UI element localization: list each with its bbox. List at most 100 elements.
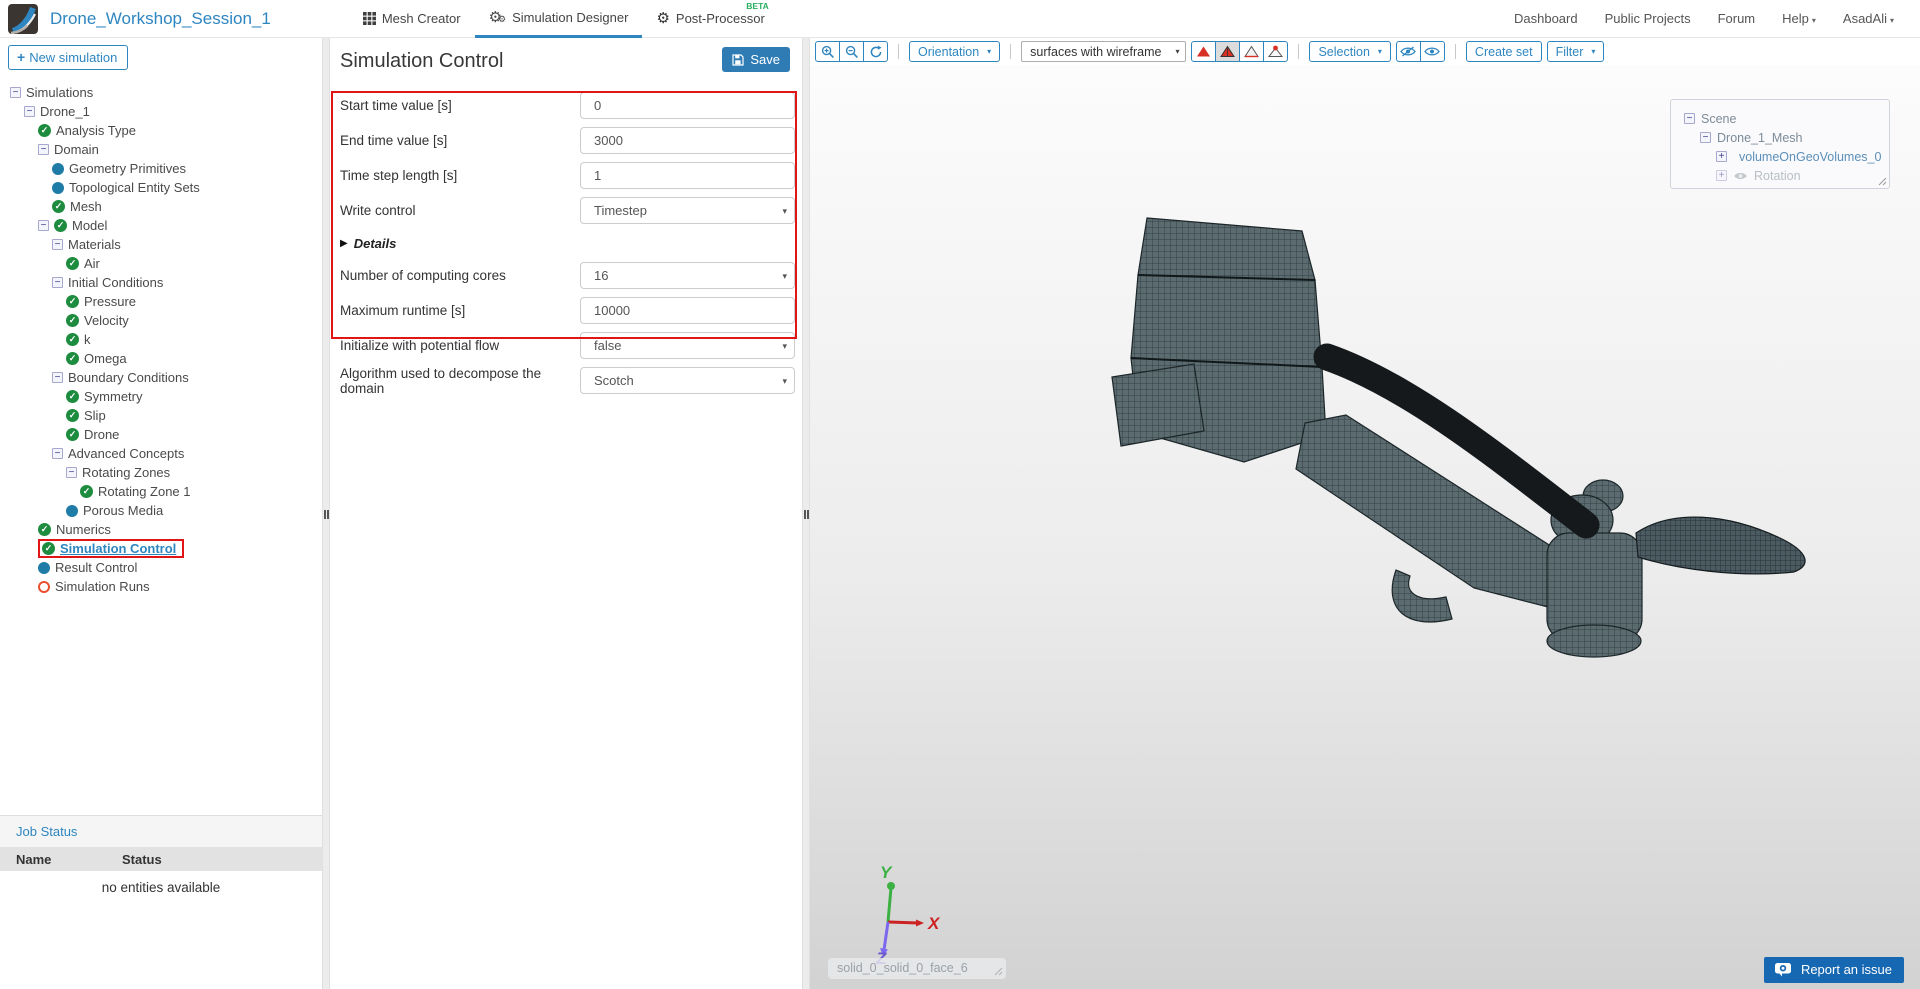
status-complete-icon: ✓ [42, 542, 55, 555]
status-complete-icon: ✓ [52, 200, 65, 213]
render-solid-wireframe-button[interactable] [1215, 41, 1240, 62]
scene-node-volume[interactable]: + volumeOnGeoVolumes_0 [1684, 147, 1881, 166]
hide-selection-button[interactable] [1396, 41, 1421, 62]
tree-item-label: Omega [84, 351, 127, 366]
zoom-out-button[interactable] [839, 41, 864, 62]
report-issue-button[interactable]: Report an issue [1764, 957, 1904, 983]
tab-simulation-designer[interactable]: ⚙⚙ Simulation Designer [475, 0, 643, 38]
collapse-toggle-icon[interactable]: − [1700, 132, 1711, 143]
write-control-select[interactable]: Timestep [580, 197, 795, 224]
resize-handle-icon[interactable] [994, 967, 1003, 976]
nav-link-dashboard[interactable]: Dashboard [1514, 11, 1578, 26]
tree-item-numerics[interactable]: ✓Numerics [0, 520, 322, 539]
eye-off-icon[interactable] [1733, 171, 1748, 181]
chevron-down-icon: ▾ [782, 341, 787, 352]
tree-item-label: Simulations [26, 85, 93, 100]
tree-item-rotating-zones[interactable]: −Rotating Zones [0, 463, 322, 482]
tree-item-label: Analysis Type [56, 123, 136, 138]
tree-item-advanced-concepts[interactable]: −Advanced Concepts [0, 444, 322, 463]
tree-item-porous-media[interactable]: Porous Media [0, 501, 322, 520]
tree-item-model[interactable]: −✓Model [0, 216, 322, 235]
show-selection-button[interactable] [1420, 41, 1445, 62]
create-set-button[interactable]: Create set [1466, 41, 1542, 62]
tree-item-drone[interactable]: ✓Drone [0, 425, 322, 444]
maximum-runtime-s-input[interactable] [580, 297, 795, 324]
tree-item-domain[interactable]: −Domain [0, 140, 322, 159]
render-canvas[interactable]: − Scene − Drone_1_Mesh + volumeOnGeoVolu… [810, 65, 1920, 989]
scene-node-mesh[interactable]: − Drone_1_Mesh [1684, 128, 1881, 147]
plus-icon: + [17, 49, 25, 65]
algorithm-used-to-decompose-the-domain-select[interactable]: Scotch [580, 367, 795, 394]
tree-item-initial-conditions[interactable]: −Initial Conditions [0, 273, 322, 292]
expand-toggle-icon[interactable]: + [1716, 151, 1727, 162]
tab-mesh-creator[interactable]: Mesh Creator [349, 0, 475, 38]
scene-node-label: Drone_1_Mesh [1717, 131, 1802, 145]
tree-item-simulations[interactable]: −Simulations [0, 83, 322, 102]
number-of-computing-cores-select[interactable]: 16 [580, 262, 795, 289]
tree-item-pressure[interactable]: ✓Pressure [0, 292, 322, 311]
filter-dropdown[interactable]: Filter▾ [1547, 41, 1605, 62]
scene-node-scene[interactable]: − Scene [1684, 109, 1881, 128]
render-points-button[interactable] [1263, 41, 1288, 62]
help-menu[interactable]: Help▾ [1782, 11, 1816, 26]
gear-icon: ⚙ [656, 11, 669, 26]
collapse-toggle-icon[interactable]: − [52, 239, 63, 250]
collapse-toggle-icon[interactable]: − [24, 106, 35, 117]
tree-item-velocity[interactable]: ✓Velocity [0, 311, 322, 330]
initialize-with-potential-flow-select[interactable]: false [580, 332, 795, 359]
tree-item-omega[interactable]: ✓Omega [0, 349, 322, 368]
tree-item-boundary-conditions[interactable]: −Boundary Conditions [0, 368, 322, 387]
render-solid-button[interactable] [1191, 41, 1216, 62]
collapse-toggle-icon[interactable]: − [66, 467, 77, 478]
render-mode-select[interactable]: surfaces with wireframe▾ [1021, 41, 1186, 62]
tree-item-topological-entity-sets[interactable]: Topological Entity Sets [0, 178, 322, 197]
tree-item-drone-1[interactable]: −Drone_1 [0, 102, 322, 121]
collapse-toggle-icon[interactable]: − [52, 277, 63, 288]
collapse-toggle-icon[interactable]: − [52, 448, 63, 459]
save-button[interactable]: Save [722, 47, 790, 72]
status-complete-icon: ✓ [66, 428, 79, 441]
start-time-value-s-input[interactable] [580, 92, 795, 119]
project-title[interactable]: Drone_Workshop_Session_1 [50, 9, 271, 29]
sidebar-resize-handle[interactable] [322, 38, 330, 989]
orientation-dropdown[interactable]: Orientation▾ [909, 41, 1000, 62]
refresh-view-button[interactable] [863, 41, 888, 62]
zoom-in-button[interactable] [815, 41, 840, 62]
collapse-toggle-icon[interactable]: − [38, 220, 49, 231]
new-simulation-button[interactable]: + New simulation [8, 45, 128, 70]
collapse-toggle-icon[interactable]: − [1684, 113, 1695, 124]
nav-link-forum[interactable]: Forum [1718, 11, 1756, 26]
details-toggle[interactable]: ▶Details [330, 228, 802, 258]
app-logo-icon[interactable] [8, 4, 38, 34]
tree-item-materials[interactable]: −Materials [0, 235, 322, 254]
expand-toggle-icon[interactable]: + [1716, 170, 1727, 181]
tree-item-k[interactable]: ✓k [0, 330, 322, 349]
resize-handle-icon[interactable] [1877, 176, 1887, 186]
chevron-down-icon: ▾ [1812, 16, 1816, 25]
render-wireframe-button[interactable] [1239, 41, 1264, 62]
collapse-toggle-icon[interactable]: − [10, 87, 21, 98]
tree-item-rotating-zone-1[interactable]: ✓Rotating Zone 1 [0, 482, 322, 501]
tab-post-processor[interactable]: ⚙ Post-Processor BETA [642, 0, 778, 38]
status-complete-icon: ✓ [66, 257, 79, 270]
selection-dropdown[interactable]: Selection▾ [1309, 41, 1390, 62]
tree-item-slip[interactable]: ✓Slip [0, 406, 322, 425]
tree-item-simulation-control[interactable]: ✓Simulation Control [0, 539, 322, 558]
tree-item-simulation-runs[interactable]: Simulation Runs [0, 577, 322, 596]
nav-link-public-projects[interactable]: Public Projects [1605, 11, 1691, 26]
tree-item-analysis-type[interactable]: ✓Analysis Type [0, 121, 322, 140]
tree-item-geometry-primitives[interactable]: Geometry Primitives [0, 159, 322, 178]
panel-resize-handle[interactable] [802, 38, 810, 989]
time-step-length-s-input[interactable] [580, 162, 795, 189]
scene-node-rotation[interactable]: + Rotation [1684, 166, 1881, 185]
toolbar-separator [1298, 44, 1299, 59]
end-time-value-s-input[interactable] [580, 127, 795, 154]
tree-item-mesh[interactable]: ✓Mesh [0, 197, 322, 216]
collapse-toggle-icon[interactable]: − [38, 144, 49, 155]
collapse-toggle-icon[interactable]: − [52, 372, 63, 383]
panel-title: Simulation Control [340, 50, 503, 73]
tree-item-result-control[interactable]: Result Control [0, 558, 322, 577]
user-menu[interactable]: AsadAli▾ [1843, 11, 1894, 26]
tree-item-symmetry[interactable]: ✓Symmetry [0, 387, 322, 406]
tree-item-air[interactable]: ✓Air [0, 254, 322, 273]
